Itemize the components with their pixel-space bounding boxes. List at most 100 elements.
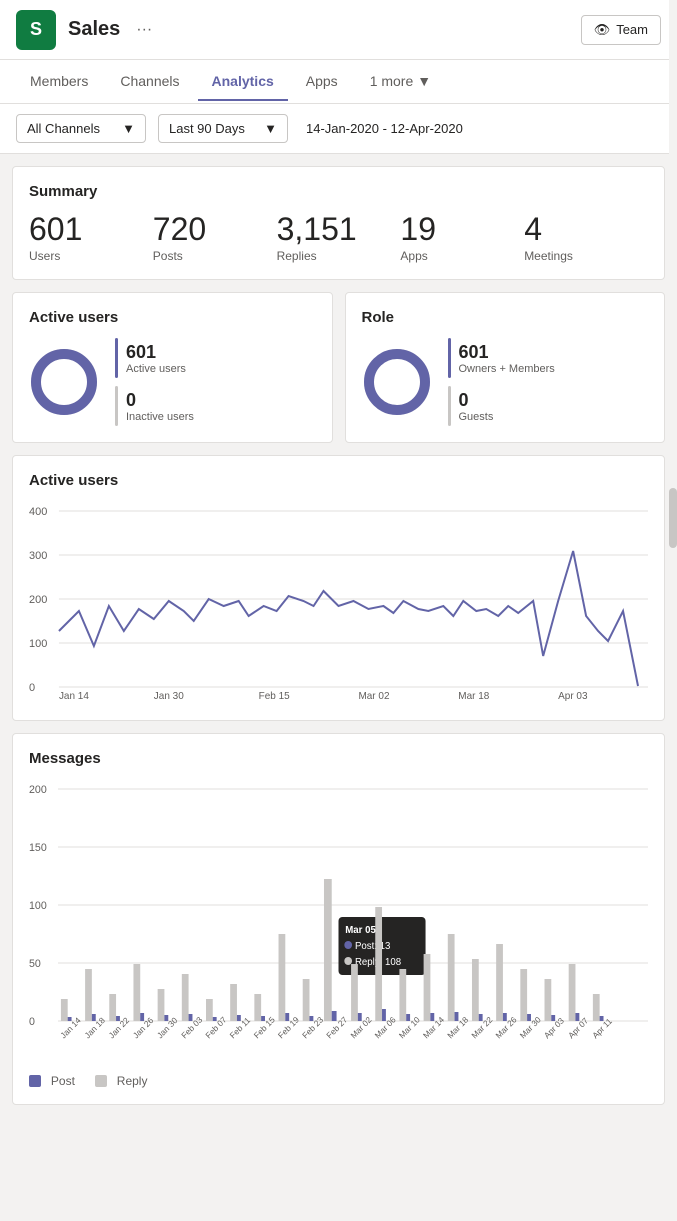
role-title: Role	[362, 309, 649, 326]
header-left: S Sales ···	[16, 10, 152, 50]
bar-chart-card: Messages 200 150 100 50 0	[12, 733, 665, 1105]
filters-bar: All Channels ▼ Last 90 Days ▼ 14-Jan-202…	[0, 104, 677, 154]
svg-text:300: 300	[29, 550, 47, 562]
guests-legend-item: 0 Guests	[448, 386, 555, 426]
period-chevron-icon: ▼	[264, 121, 277, 136]
inactive-divider	[115, 386, 118, 426]
post-legend-item: Post	[29, 1072, 75, 1088]
active-users-value: 601	[126, 342, 186, 363]
inactive-users-value: 0	[126, 390, 194, 411]
bar-chart-svg: 200 150 100 50 0	[29, 779, 648, 1059]
svg-text:Apr 03: Apr 03	[558, 691, 588, 701]
post-legend-dot	[29, 1075, 41, 1087]
svg-text:Mar 05: Mar 05	[345, 925, 376, 936]
summary-card: Summary 601 Users 720 Posts 3,151 Replie…	[12, 166, 665, 280]
svg-text:Mar 02: Mar 02	[358, 691, 389, 701]
stat-users: 601 Users	[29, 212, 153, 263]
role-donut	[362, 347, 432, 417]
date-range-label: 14-Jan-2020 - 12-Apr-2020	[306, 121, 463, 136]
active-users-content: 601 Active users 0 Inactive users	[29, 338, 316, 426]
period-filter[interactable]: Last 90 Days ▼	[158, 114, 288, 143]
active-users-legend: 601 Active users 0 Inactive users	[115, 338, 194, 426]
stat-posts-label: Posts	[153, 249, 277, 263]
stat-apps-label: Apps	[400, 249, 524, 263]
svg-text:Mar 18: Mar 18	[458, 691, 489, 701]
inactive-legend-item: 0 Inactive users	[115, 386, 194, 426]
eye-icon: 👁	[594, 22, 611, 38]
ellipsis-menu[interactable]: ···	[136, 21, 152, 39]
svg-text:50: 50	[29, 958, 41, 970]
stat-replies-value: 3,151	[277, 212, 401, 247]
line-chart-svg: 400 300 200 100 0 Jan 14 Jan 30 Feb 15 M…	[29, 501, 648, 701]
svg-text:200: 200	[29, 784, 47, 796]
stat-replies: 3,151 Replies	[277, 212, 401, 263]
channel-filter-label: All Channels	[27, 121, 100, 136]
tab-members[interactable]: Members	[16, 63, 102, 101]
guests-value: 0	[459, 390, 494, 411]
stat-meetings: 4 Meetings	[524, 212, 648, 263]
svg-text:200: 200	[29, 594, 47, 606]
svg-text:Jan 30: Jan 30	[154, 691, 184, 701]
guests-label: Guests	[459, 411, 494, 423]
team-name: Sales	[68, 18, 120, 41]
svg-text:Feb 15: Feb 15	[259, 691, 291, 701]
inactive-legend-text: 0 Inactive users	[126, 390, 194, 423]
svg-text:0: 0	[29, 682, 35, 694]
owners-legend-item: 601 Owners + Members	[448, 338, 555, 378]
svg-text:Jan 14: Jan 14	[59, 691, 89, 701]
bar-chart-title: Messages	[29, 750, 648, 767]
inactive-users-label: Inactive users	[126, 411, 194, 423]
role-legend: 601 Owners + Members 0 Guests	[448, 338, 555, 426]
active-users-label: Active users	[126, 363, 186, 375]
team-button[interactable]: 👁 Team	[581, 15, 661, 45]
active-legend-item: 601 Active users	[115, 338, 194, 378]
team-avatar: S	[16, 10, 56, 50]
svg-text:100: 100	[29, 638, 47, 650]
tab-channels[interactable]: Channels	[106, 63, 193, 101]
tab-more-label: 1 more	[370, 73, 414, 89]
active-divider	[115, 338, 118, 378]
stat-apps: 19 Apps	[400, 212, 524, 263]
tab-analytics[interactable]: Analytics	[198, 63, 288, 101]
svg-text:150: 150	[29, 842, 47, 854]
line-chart-title: Active users	[29, 472, 648, 489]
owners-legend-text: 601 Owners + Members	[459, 342, 555, 375]
guests-divider	[448, 386, 451, 426]
bar-chart-legend: Post Reply	[29, 1072, 648, 1088]
stat-posts-value: 720	[153, 212, 277, 247]
channel-chevron-icon: ▼	[122, 121, 135, 136]
tab-more[interactable]: 1 more ▼	[356, 63, 445, 101]
stat-users-value: 601	[29, 212, 153, 247]
owners-value: 601	[459, 342, 555, 363]
active-legend-text: 601 Active users	[126, 342, 186, 375]
svg-text:400: 400	[29, 506, 47, 518]
reply-legend-label: Reply	[117, 1074, 148, 1088]
scrollbar-thumb[interactable]	[669, 488, 677, 548]
scrollbar[interactable]	[669, 0, 677, 1221]
team-button-label: Team	[616, 22, 648, 37]
active-users-card: Active users 601 Active users	[12, 292, 333, 443]
owners-divider	[448, 338, 451, 378]
chevron-down-icon: ▼	[417, 73, 431, 89]
stat-replies-label: Replies	[277, 249, 401, 263]
svg-text:100: 100	[29, 900, 47, 912]
stat-meetings-value: 4	[524, 212, 648, 247]
tab-apps[interactable]: Apps	[292, 63, 352, 101]
header: S Sales ··· 👁 Team	[0, 0, 677, 60]
active-users-title: Active users	[29, 309, 316, 326]
bar-chart-area: 200 150 100 50 0	[29, 779, 648, 1062]
svg-text:0: 0	[29, 1016, 35, 1028]
stat-meetings-label: Meetings	[524, 249, 648, 263]
summary-title: Summary	[29, 183, 648, 200]
channel-filter[interactable]: All Channels ▼	[16, 114, 146, 143]
main-content: Summary 601 Users 720 Posts 3,151 Replie…	[0, 154, 677, 1117]
nav-tabs: Members Channels Analytics Apps 1 more ▼	[0, 60, 677, 104]
stat-users-label: Users	[29, 249, 153, 263]
period-filter-label: Last 90 Days	[169, 121, 245, 136]
stat-posts: 720 Posts	[153, 212, 277, 263]
summary-stats: 601 Users 720 Posts 3,151 Replies 19 App…	[29, 212, 648, 263]
guests-legend-text: 0 Guests	[459, 390, 494, 423]
reply-legend-item: Reply	[95, 1072, 148, 1088]
stat-apps-value: 19	[400, 212, 524, 247]
svg-text:Post: 13: Post: 13	[355, 941, 391, 952]
